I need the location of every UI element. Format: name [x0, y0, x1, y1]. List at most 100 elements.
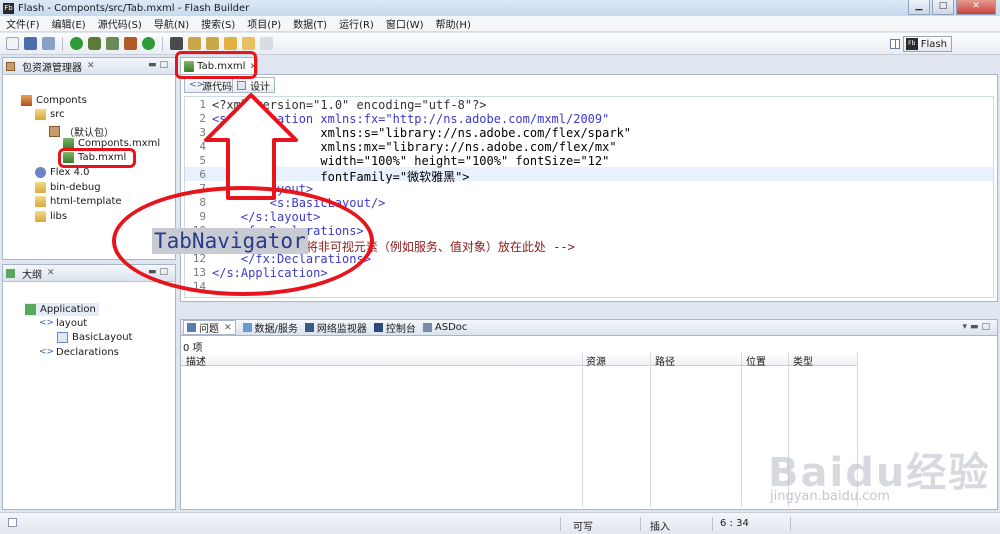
data-services-icon: [242, 323, 252, 332]
outline-item-basiclayout[interactable]: BasicLayout: [57, 332, 132, 343]
col-path[interactable]: 路径: [655, 353, 675, 368]
outline-item-layout[interactable]: <> layout: [39, 318, 87, 329]
flash-perspective-icon: Fb: [905, 38, 918, 50]
package-explorer-header: 包资源管理器 ✕ ▬□: [3, 58, 175, 75]
tree-item-label: Componts: [36, 95, 87, 106]
problems-icon: [187, 323, 196, 332]
fast-view-icon[interactable]: [8, 518, 17, 527]
tree-item-label: libs: [50, 211, 68, 222]
menu-file[interactable]: 文件(F): [6, 16, 40, 31]
tab-problems[interactable]: 问题 ✕: [183, 320, 236, 335]
close-view-icon[interactable]: ✕: [47, 268, 55, 278]
menu-help[interactable]: 帮助(H): [436, 16, 471, 31]
perspective-label: Flash: [920, 38, 947, 50]
run-icon[interactable]: [70, 37, 83, 50]
outline-title: 大纲: [22, 269, 42, 281]
perspective-flash-button[interactable]: Fb Flash: [902, 36, 952, 52]
outline-item-application[interactable]: Application: [25, 303, 99, 316]
outline-item-label: Application: [40, 304, 96, 315]
tree-item-src[interactable]: src: [35, 109, 65, 120]
baidu-watermark-url: jingyan.baidu.com: [770, 489, 890, 504]
main-toolbar: Fb Flash: [0, 33, 1000, 55]
tab-label: 数据/服务: [254, 324, 298, 335]
tree-item-libs[interactable]: libs: [35, 211, 67, 222]
tree-item-flex-sdk[interactable]: Flex 4.0: [35, 167, 90, 178]
problems-table-header: 描述 资源 路径 位置 类型: [181, 352, 858, 368]
outline-panel: 大纲 ✕ ▬□ Application <> layout BasicLayou…: [2, 264, 176, 510]
annotation-prev-icon[interactable]: [206, 37, 219, 50]
tree-item-label: src: [50, 109, 65, 120]
view-min-max-icon[interactable]: ▬□: [148, 60, 171, 70]
design-icon: [237, 80, 246, 90]
back-icon[interactable]: [242, 37, 255, 50]
last-edit-icon[interactable]: [224, 37, 237, 50]
close-view-icon[interactable]: ✕: [224, 323, 232, 333]
tree-item-bin-debug[interactable]: bin-debug: [35, 182, 101, 193]
col-description[interactable]: 描述: [186, 353, 206, 368]
tab-asdoc[interactable]: ASDoc: [422, 322, 468, 333]
col-location[interactable]: 位置: [746, 353, 766, 368]
close-button[interactable]: ✕: [956, 0, 996, 15]
save-icon[interactable]: [24, 37, 37, 50]
package-explorer-title: 包资源管理器: [22, 62, 82, 74]
folder-icon: [35, 211, 46, 222]
outline-icon: [6, 268, 15, 278]
network-monitor-icon: [304, 323, 314, 332]
tree-item-default-package[interactable]: （默认包）: [49, 124, 114, 139]
folder-icon: [35, 109, 46, 120]
menu-source[interactable]: 源代码(S): [98, 16, 142, 31]
annotation-label: TabNavigator: [152, 228, 308, 254]
menu-project[interactable]: 项目(P): [247, 16, 281, 31]
status-separator: [640, 517, 641, 531]
tab-console[interactable]: 控制台: [373, 320, 416, 335]
up-arrow-shape: [204, 93, 298, 200]
tag-icon: <>: [39, 318, 55, 328]
source-icon: <>: [189, 79, 205, 90]
annotation-next-icon[interactable]: [188, 37, 201, 50]
bottom-panel-tabs: 问题 ✕ 数据/服务 网络监视器 控制台 ASDoc ▾▬□: [180, 319, 998, 336]
menu-window[interactable]: 窗口(W): [386, 16, 424, 31]
minimize-button[interactable]: ▁: [908, 0, 930, 15]
menu-navigate[interactable]: 导航(N): [154, 16, 189, 31]
tree-item-html-template[interactable]: html-template: [35, 196, 122, 207]
package-icon: [49, 126, 60, 137]
menu-run[interactable]: 运行(R): [339, 16, 374, 31]
outline-item-declarations[interactable]: <> Declarations: [39, 347, 119, 358]
new-icon[interactable]: [6, 37, 19, 50]
design-mode-tab[interactable]: 设计: [232, 77, 275, 93]
menu-data[interactable]: 数据(T): [293, 16, 327, 31]
status-separator: [560, 517, 561, 531]
close-view-icon[interactable]: ✕: [87, 61, 95, 71]
application-icon: [25, 304, 36, 315]
col-type[interactable]: 类型: [793, 353, 813, 368]
window-title: Flash - Componts/src/Tab.mxml - Flash Bu…: [18, 2, 250, 14]
tab-label: ASDoc: [434, 322, 468, 333]
toggle-mark-icon[interactable]: [170, 37, 183, 50]
maximize-button[interactable]: □: [932, 0, 954, 15]
forward-icon[interactable]: [260, 37, 273, 50]
folder-icon: [35, 196, 46, 207]
window-controls: ▁ □ ✕: [908, 0, 996, 15]
layout-icon: [57, 332, 68, 343]
tab-data-services[interactable]: 数据/服务: [242, 320, 298, 335]
menu-search[interactable]: 搜索(S): [201, 16, 235, 31]
outline-item-label: layout: [56, 318, 88, 329]
tree-item-componts[interactable]: Componts: [21, 95, 87, 106]
export-release-icon[interactable]: [124, 37, 137, 50]
annotation-box-tab-mxml: [58, 148, 136, 168]
tab-network-monitor[interactable]: 网络监视器: [304, 320, 367, 335]
profile-icon[interactable]: [106, 37, 119, 50]
source-mode-tab[interactable]: <> 源代码: [184, 77, 237, 93]
status-separator: [790, 517, 791, 531]
column-divider: [582, 352, 583, 507]
open-perspective-icon[interactable]: [890, 39, 900, 49]
debug-icon[interactable]: [88, 37, 101, 50]
view-min-max-icon[interactable]: ▾▬□: [962, 322, 993, 332]
run-external-icon[interactable]: [142, 37, 155, 50]
toolbar-separator: [162, 36, 163, 51]
col-resource[interactable]: 资源: [586, 353, 606, 368]
folder-icon: [35, 182, 46, 193]
menu-edit[interactable]: 编辑(E): [52, 16, 86, 31]
tree-item-label: bin-debug: [50, 182, 101, 193]
print-icon[interactable]: [42, 37, 55, 50]
